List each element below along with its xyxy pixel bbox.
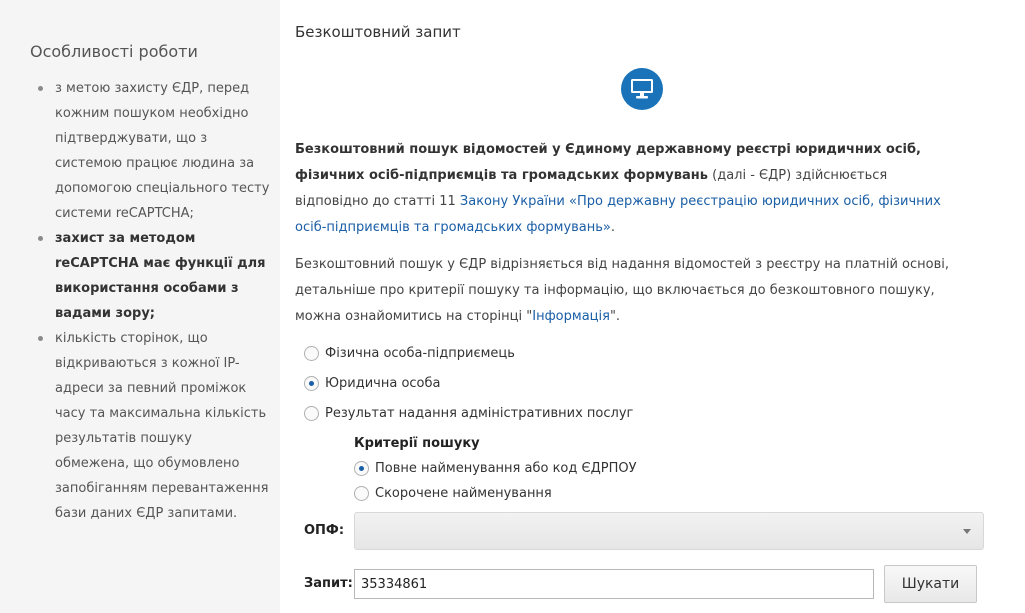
radio-label: Результат надання адміністративних послу… <box>325 406 634 421</box>
query-input[interactable] <box>354 569 874 599</box>
intro-paragraph: Безкоштовний пошук відомостей у Єдиному … <box>295 137 955 241</box>
radio-individual-entrepreneur[interactable]: Фізична особа-підприємець <box>304 346 515 361</box>
radio-admin-services-result[interactable]: Результат надання адміністративних послу… <box>304 406 633 421</box>
opf-select[interactable] <box>354 512 984 550</box>
sidebar-list-item: з метою захисту ЄДР, перед кожним пошуко… <box>38 76 270 226</box>
radio-button[interactable] <box>354 486 369 501</box>
query-label: Запит: <box>304 576 353 591</box>
information-link[interactable]: Інформація <box>532 309 610 324</box>
intro-end: . <box>610 220 616 235</box>
info-paragraph: Безкоштовний пошук у ЄДР відрізняється в… <box>295 252 955 330</box>
radio-short-name[interactable]: Скорочене найменування <box>354 486 552 501</box>
sidebar: Особливості роботи з метою захисту ЄДР, … <box>0 0 280 613</box>
radio-button[interactable] <box>304 346 319 361</box>
radio-button[interactable] <box>304 406 319 421</box>
radio-button[interactable] <box>354 461 369 476</box>
radio-button[interactable] <box>304 376 319 391</box>
radio-label: Скорочене найменування <box>375 486 552 501</box>
sidebar-list: з метою захисту ЄДР, перед кожним пошуко… <box>0 76 270 526</box>
radio-label: Юридична особа <box>325 376 441 391</box>
radio-full-name-or-code[interactable]: Повне найменування або код ЄДРПОУ <box>354 461 637 476</box>
chevron-down-icon <box>963 529 971 534</box>
radio-legal-entity[interactable]: Юридична особа <box>304 376 441 391</box>
monitor-icon <box>621 68 663 110</box>
sidebar-title: Особливості роботи <box>30 42 198 61</box>
sidebar-list-item: захист за методом reCAPTCHA має функції … <box>38 226 270 326</box>
radio-label: Фізична особа-підприємець <box>325 346 515 361</box>
radio-label: Повне найменування або код ЄДРПОУ <box>375 461 637 476</box>
opf-label: ОПФ: <box>304 523 345 538</box>
info-end: ". <box>609 309 621 324</box>
info-text: Безкоштовний пошук у ЄДР відрізняється в… <box>295 257 949 324</box>
page-title: Безкоштовний запит <box>295 23 461 41</box>
sidebar-list-item: кількість сторінок, що відкриваються з к… <box>38 326 270 526</box>
search-button[interactable]: Шукати <box>884 565 977 603</box>
criteria-title: Критерії пошуку <box>354 436 480 451</box>
